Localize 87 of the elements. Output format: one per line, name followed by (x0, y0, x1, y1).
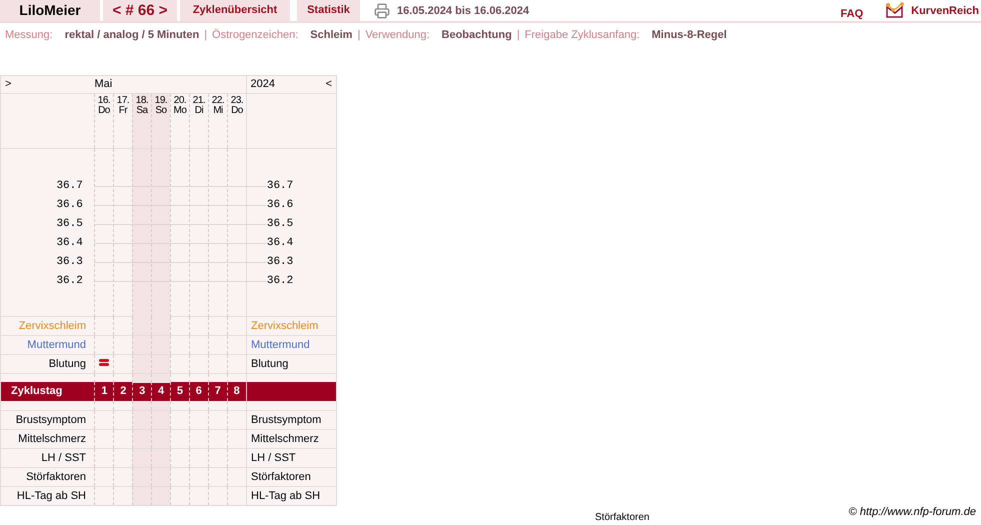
grid-cell (151, 468, 170, 486)
setting-label: Östrogenzeichen: (212, 28, 298, 43)
bleeding-icon (99, 358, 109, 366)
setting-label: Verwendung: (365, 28, 430, 43)
nav-tab[interactable]: Statistik (297, 0, 360, 21)
year-label: 2024 (250, 77, 275, 92)
temperature-label: 36.7 (266, 179, 294, 194)
next-button[interactable]: < (326, 76, 332, 93)
row-label: LH / SST (246, 449, 336, 467)
temperature-label: 36.7 (56, 179, 83, 194)
day-header: 16. Do (94, 94, 113, 148)
cycle-day-number: 8 (226, 382, 246, 401)
grid-cell (132, 411, 151, 429)
row-label: Blutung (48, 357, 87, 372)
separator: | (516, 28, 520, 43)
cycle-day-number: 2 (113, 382, 132, 401)
cycle-day-number: 7 (208, 382, 227, 401)
grid-cell (151, 487, 170, 505)
nav-tab[interactable]: Zyklenübersicht (180, 0, 290, 21)
prev-button[interactable]: > (5, 76, 12, 93)
temperature-label: 36.6 (56, 198, 83, 214)
cycle-day-number: 1 (94, 382, 114, 401)
footer-label: Störfaktoren (595, 512, 650, 524)
cycle-day-label: Zyklustag (10, 384, 64, 399)
temperature-label: 36.5 (56, 217, 83, 232)
logo-text: KurvenReich (911, 4, 979, 19)
cycle-day-number: 5 (170, 382, 189, 401)
day-header: 21. Di (188, 94, 208, 148)
grid-cell (132, 374, 151, 383)
row-label: LH / SST (40, 451, 87, 466)
temperature-label: 36.5 (266, 217, 294, 232)
grid-cell (151, 411, 170, 429)
row-label: HL-Tag ab SH (246, 487, 336, 505)
day-header: 18. Sa (132, 94, 151, 148)
grid-cell (132, 317, 151, 335)
grid-cell (150, 401, 170, 410)
temperature-label: 36.2 (266, 274, 294, 290)
row-label: Muttermund (246, 336, 336, 354)
separator: | (357, 28, 360, 43)
setting-value: Minus-8-Regel (652, 28, 727, 43)
grid-cell (132, 430, 151, 448)
temperature-label: 36.3 (266, 255, 294, 270)
grid-cell (151, 449, 170, 467)
cycle-day-number: 6 (188, 382, 208, 401)
row-label: Blutung (246, 355, 336, 373)
setting-label: Messung: (5, 28, 53, 43)
setting-value: rektal / analog / 5 Minuten (64, 28, 200, 43)
row-label: Brustsymptom (14, 413, 87, 428)
temperature-label: 36.2 (56, 274, 83, 290)
grid-cell (132, 401, 151, 410)
grid-cell (132, 449, 151, 467)
row-label: HL-Tag ab SH (16, 489, 87, 504)
setting-value: Schleim (310, 28, 352, 43)
setting-label: Freigabe Zyklusanfang: (524, 28, 640, 43)
copyright-link[interactable]: © http://www.nfp-forum.de (848, 506, 976, 519)
row-label: Muttermund (26, 338, 87, 353)
day-header: 20. Mo (170, 94, 189, 148)
temperature-label: 36.4 (266, 236, 294, 252)
logo-icon[interactable] (885, 2, 906, 18)
row-label: Störfaktoren (25, 470, 87, 485)
grid-cell (151, 430, 170, 448)
temperature-label: 36.3 (56, 255, 83, 270)
date-range: 16.05.2024 bis 16.06.2024 (397, 4, 530, 19)
user-name: LiloMeier (0, 0, 100, 21)
row-label: Mittelschmerz (246, 430, 336, 448)
grid-cell (150, 374, 170, 383)
row-label: Störfaktoren (246, 468, 336, 486)
day-header: 23. Do (226, 94, 246, 148)
row-label: Zervixschleim (246, 317, 336, 335)
row-label: Mittelschmerz (17, 432, 87, 447)
faq-link[interactable]: FAQ (840, 6, 864, 21)
cycle-navigator[interactable]: < # 66 > (103, 0, 177, 21)
grid-cell (151, 317, 170, 335)
setting-value: Beobachtung (442, 28, 512, 43)
print-icon[interactable] (374, 3, 390, 19)
row-label: Brustsymptom (246, 411, 336, 429)
day-header: 19. So (150, 94, 170, 148)
separator: | (204, 28, 208, 43)
temperature-label: 36.6 (266, 198, 294, 214)
temperature-label: 36.4 (56, 236, 83, 252)
day-header: 22. Mi (208, 94, 227, 148)
month-label: Mai (94, 77, 112, 92)
grid-cell (151, 336, 170, 354)
grid-cell (132, 487, 151, 505)
grid-cell (132, 336, 151, 354)
grid-cell (132, 468, 151, 486)
row-label: Zervixschleim (18, 319, 87, 334)
